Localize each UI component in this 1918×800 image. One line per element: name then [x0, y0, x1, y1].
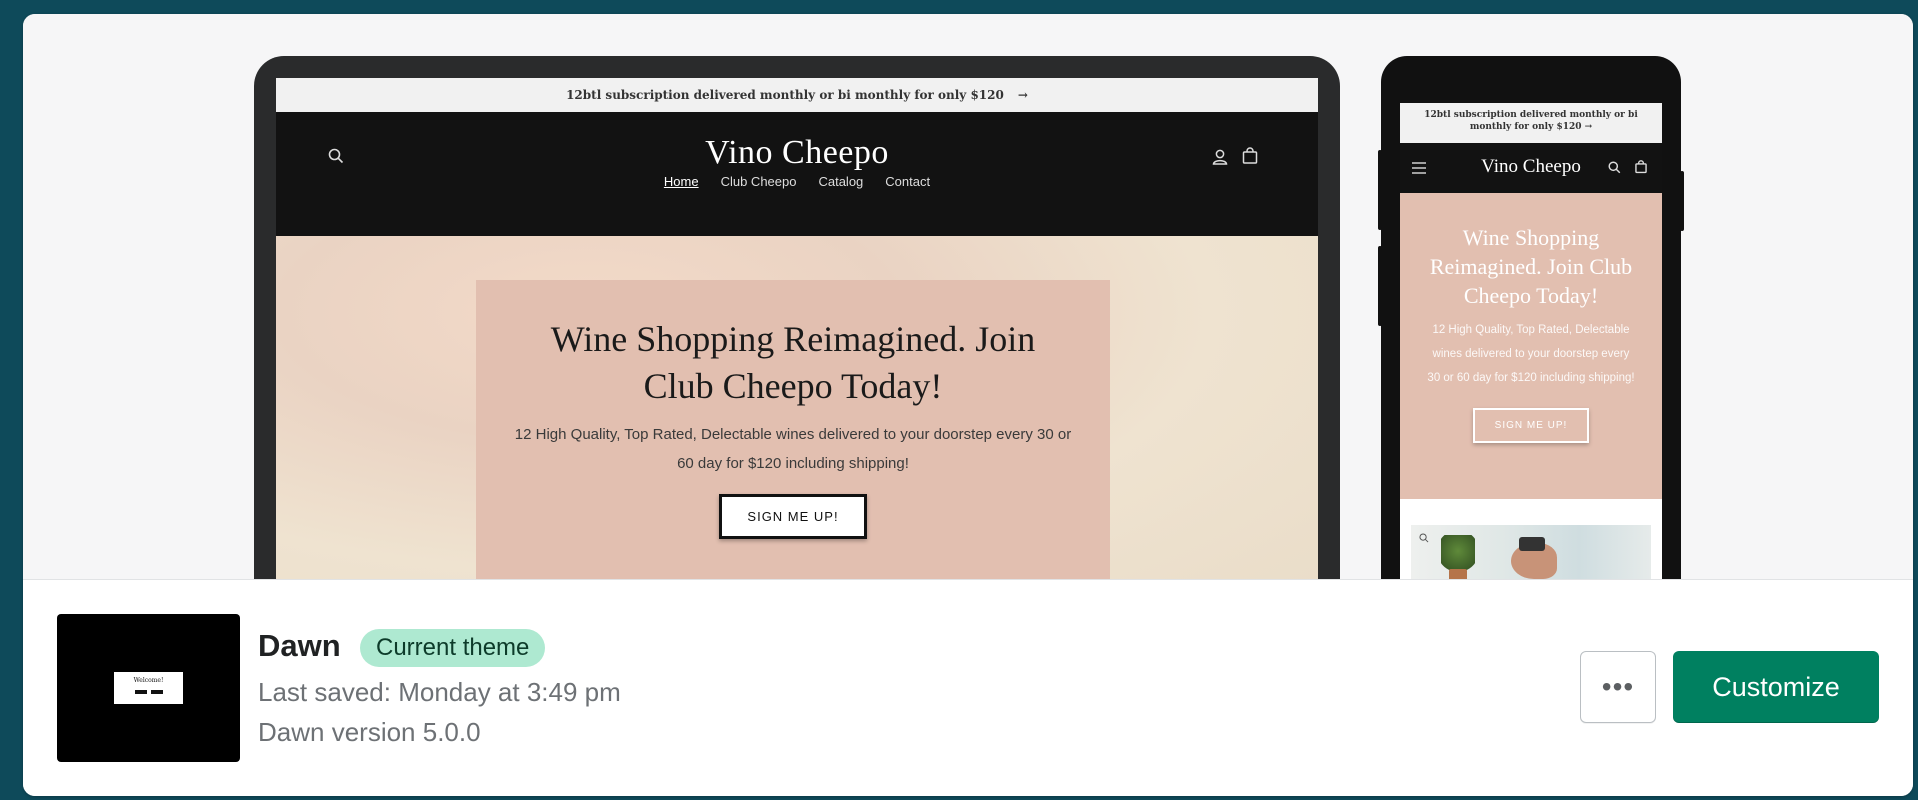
- nav-item-contact: Contact: [885, 174, 931, 189]
- mobile-announcement-bar: 12btl subscription delivered monthly or …: [1400, 103, 1662, 143]
- thumbnail-welcome-box: Welcome!: [114, 672, 183, 704]
- search-icon: [1608, 161, 1621, 174]
- mobile-store-logo: Vino Cheepo: [1481, 156, 1581, 177]
- mobile-hero-signup-button: SIGN ME UP!: [1472, 408, 1590, 443]
- mobile-announcement-text: 12btl subscription delivered monthly or …: [1424, 110, 1638, 132]
- phone-button: [1378, 246, 1382, 326]
- ellipsis-icon: •••: [1601, 671, 1635, 702]
- arrow-right-icon: →: [1584, 122, 1593, 132]
- phone-button: [1680, 171, 1684, 231]
- thumbnail-button: [134, 690, 147, 694]
- nav-item-club-cheepo: Club Cheepo: [720, 174, 797, 189]
- customize-button[interactable]: Customize: [1673, 651, 1879, 723]
- desktop-preview-frame: 12btl subscription delivered monthly or …: [254, 56, 1340, 616]
- theme-card: 12btl subscription delivered monthly or …: [23, 14, 1913, 796]
- zoom-icon: [1419, 533, 1429, 543]
- current-theme-badge: Current theme: [360, 629, 546, 667]
- mobile-hero-title: Wine Shopping Reimagined. Join Club Chee…: [1429, 225, 1633, 308]
- thumbnail-welcome-text: Welcome!: [133, 677, 164, 684]
- hero-title: Wine Shopping Reimagined. Join Club Chee…: [550, 319, 1036, 406]
- last-saved-text: Last saved: Monday at 3:49 pm: [258, 677, 621, 707]
- nav-item-home: Home: [663, 174, 699, 189]
- theme-preview[interactable]: 12btl subscription delivered monthly or …: [23, 14, 1913, 616]
- mobile-store-header: Vino Cheepo: [1400, 143, 1662, 193]
- store-nav: Home Club Cheepo Catalog Contact: [276, 174, 1318, 189]
- cart-icon: [1242, 147, 1258, 164]
- hero-content-box: Wine Shopping Reimagined. Join Club Chee…: [476, 280, 1110, 580]
- hero-banner: Wine Shopping Reimagined. Join Club Chee…: [276, 236, 1318, 616]
- theme-info-footer: Welcome! Dawn Current theme Last saved: …: [23, 579, 1913, 796]
- nav-item-catalog: Catalog: [818, 174, 864, 189]
- theme-version-text: Dawn version 5.0.0: [258, 717, 481, 747]
- thumbnail-button: [150, 690, 163, 694]
- mobile-preview-frame: 12btl subscription delivered monthly or …: [1378, 56, 1684, 616]
- account-icon: [1212, 149, 1228, 165]
- hero-signup-button: SIGN ME UP!: [719, 494, 867, 539]
- mobile-hero-subtitle: 12 High Quality, Top Rated, Delectable w…: [1427, 324, 1635, 384]
- theme-thumbnail: Welcome!: [57, 614, 240, 762]
- cart-icon: [1635, 160, 1647, 174]
- theme-name: Dawn: [258, 628, 341, 663]
- announcement-text: 12btl subscription delivered monthly or …: [566, 88, 1004, 102]
- phone-button: [1378, 150, 1382, 230]
- mobile-hero-banner: Wine Shopping Reimagined. Join Club Chee…: [1400, 193, 1662, 499]
- desktop-preview-screen: 12btl subscription delivered monthly or …: [276, 78, 1318, 616]
- hero-subtitle: 12 High Quality, Top Rated, Delectable w…: [514, 426, 1072, 472]
- more-actions-button[interactable]: •••: [1580, 651, 1656, 723]
- mobile-preview-screen: 12btl subscription delivered monthly or …: [1400, 103, 1662, 616]
- arrow-right-icon: →: [1017, 88, 1028, 102]
- phone-image: [1519, 537, 1545, 551]
- store-logo: Vino Cheepo: [705, 134, 889, 171]
- announcement-bar: 12btl subscription delivered monthly or …: [276, 78, 1318, 112]
